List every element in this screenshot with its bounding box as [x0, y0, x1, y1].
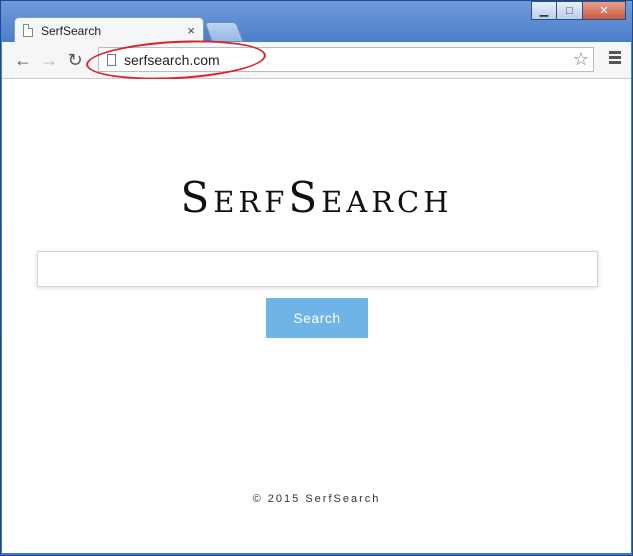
- browser-window: ▁ □ ✕ SerfSearch × ← → ↻ serfsearch.com …: [0, 0, 633, 556]
- url-text[interactable]: serfsearch.com: [124, 52, 573, 68]
- new-tab-button[interactable]: [204, 22, 244, 42]
- page-icon: [107, 53, 116, 66]
- maximize-button[interactable]: □: [557, 1, 583, 20]
- reload-icon[interactable]: ↻: [62, 47, 88, 73]
- back-icon[interactable]: ←: [10, 47, 36, 73]
- footer-copyright: © 2015 SerfSearch: [252, 493, 381, 505]
- forward-icon[interactable]: →: [36, 47, 62, 73]
- page-content: SerfSearch Search © 2015 SerfSearch: [2, 79, 631, 553]
- menu-icon[interactable]: [609, 51, 621, 66]
- close-tab-icon[interactable]: ×: [187, 23, 195, 38]
- browser-tab[interactable]: SerfSearch ×: [14, 17, 204, 43]
- site-logo: SerfSearch: [180, 173, 453, 222]
- bookmark-star-icon[interactable]: ☆: [573, 49, 589, 70]
- tab-title: SerfSearch: [41, 23, 102, 38]
- address-bar[interactable]: serfsearch.com ☆: [98, 47, 594, 72]
- close-window-button[interactable]: ✕: [583, 1, 626, 20]
- window-controls: ▁ □ ✕: [531, 1, 626, 20]
- minimize-button[interactable]: ▁: [531, 1, 557, 20]
- search-input[interactable]: [37, 251, 598, 287]
- browser-toolbar: ← → ↻ serfsearch.com ☆: [2, 42, 631, 79]
- page-icon: [23, 24, 33, 37]
- search-button[interactable]: Search: [266, 298, 368, 338]
